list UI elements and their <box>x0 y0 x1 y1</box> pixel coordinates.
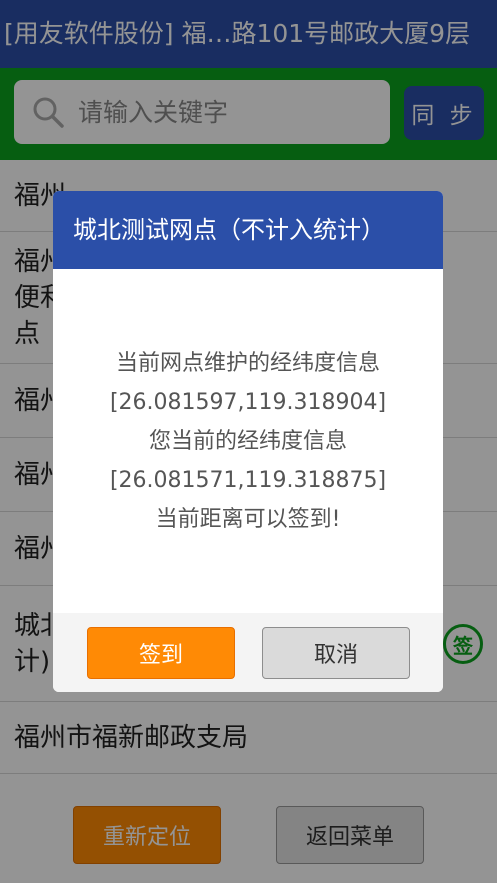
dialog-text-line: 您当前的经纬度信息 <box>148 428 347 454</box>
cancel-button[interactable]: 取消 <box>262 627 410 679</box>
dialog-text-line: 当前距离可以签到! <box>155 506 341 532</box>
dialog-body: 当前网点维护的经纬度信息 [26.081597,119.318904] 您当前的… <box>53 269 443 613</box>
dialog-text-line: 当前网点维护的经纬度信息 <box>115 350 380 376</box>
dialog-title: 城北测试网点（不计入统计） <box>53 191 443 269</box>
dialog-text-line: [26.081571,119.318875] <box>109 467 387 493</box>
dialog-text-line: [26.081597,119.318904] <box>109 389 387 415</box>
sign-in-button[interactable]: 签到 <box>87 627 235 679</box>
check-in-dialog: 城北测试网点（不计入统计） 当前网点维护的经纬度信息 [26.081597,11… <box>53 191 443 692</box>
dialog-footer: 签到 取消 <box>53 613 443 692</box>
